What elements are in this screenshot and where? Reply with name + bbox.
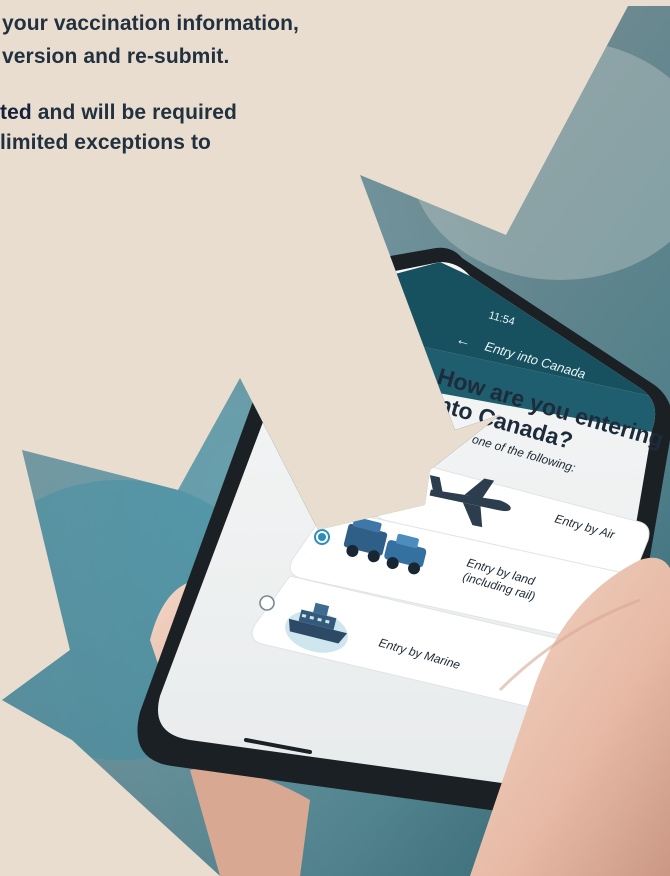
maple-leaf-photo: 11:54 ← Entry into Canada How are you en… [2, 6, 670, 876]
option-land-radio-dot [318, 533, 326, 541]
photo-area: 11:54 ← Entry into Canada How are you en… [2, 6, 670, 876]
option-marine-radio[interactable] [259, 595, 275, 611]
